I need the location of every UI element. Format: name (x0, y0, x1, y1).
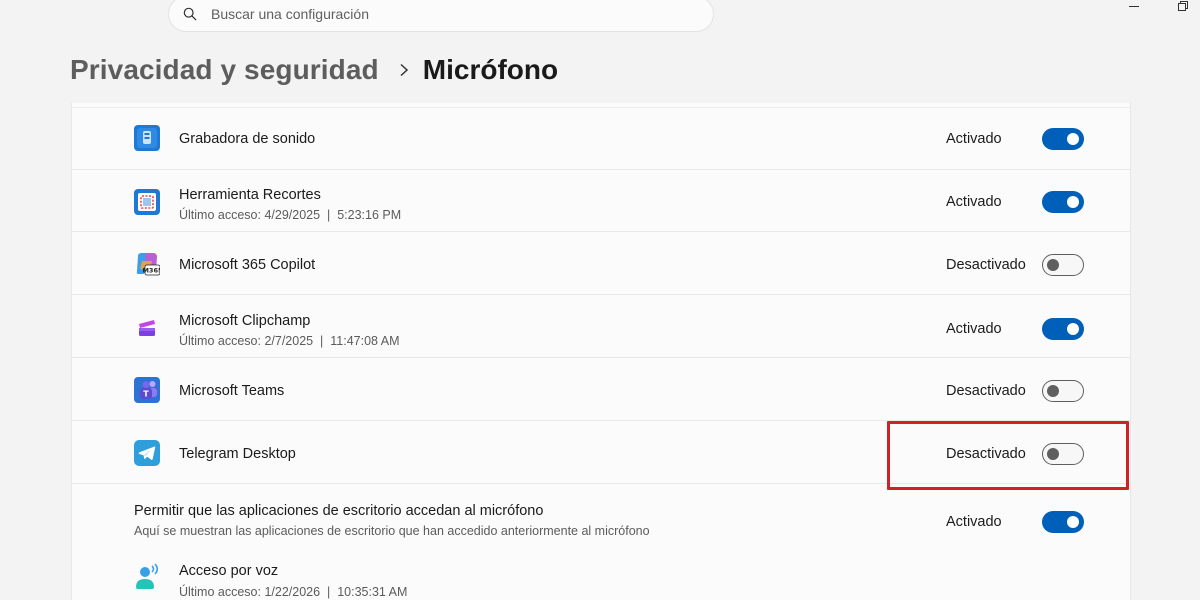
desktop-apps-toggle[interactable] (1042, 511, 1084, 533)
app-name: Microsoft Clipchamp (179, 313, 311, 329)
toggle-state-label: Desactivado (946, 257, 1026, 273)
m365-copilot-icon: M365 (136, 253, 160, 276)
svg-text:T: T (143, 390, 149, 399)
app-permissions-list: Grabadora de sonido Activado Herramienta… (71, 103, 1131, 600)
app-row-telegram: Telegram Desktop Desactivado (72, 422, 1130, 484)
app-row-copilot: M365 Microsoft 365 Copilot Desactivado (72, 233, 1130, 295)
app-toggle[interactable] (1042, 254, 1084, 276)
app-row-clipchamp: Microsoft Clipchamp Último acceso: 2/7/2… (72, 296, 1130, 358)
app-name: Grabadora de sonido (179, 131, 316, 147)
search-box[interactable]: Buscar una configuración (168, 0, 714, 32)
app-toggle[interactable] (1042, 380, 1084, 402)
breadcrumb: Privacidad y seguridad Micrófono (70, 50, 558, 90)
desktop-apps-title: Permitir que las aplicaciones de escrito… (134, 503, 544, 519)
voice-access-icon (136, 563, 159, 589)
restore-button[interactable] (1176, 0, 1190, 12)
teams-icon: T (134, 377, 160, 403)
search-icon (183, 7, 197, 21)
desktop-apps-subtitle: Aquí se muestran las aplicaciones de esc… (134, 524, 650, 538)
desktop-apps-section: Permitir que las aplicaciones de escrito… (72, 485, 1130, 600)
breadcrumb-parent-link[interactable]: Privacidad y seguridad (70, 54, 379, 86)
toggle-state-label: Activado (946, 321, 1002, 337)
snipping-tool-icon (134, 189, 160, 215)
app-name: Telegram Desktop (179, 446, 296, 462)
chevron-right-icon (400, 63, 408, 77)
last-access-text: Último acceso: 1/22/2026 | 10:35:31 AM (179, 585, 408, 599)
toggle-state-label: Activado (946, 194, 1002, 210)
voice-recorder-icon (134, 125, 160, 151)
search-input[interactable]: Buscar una configuración (211, 6, 369, 22)
toggle-state-label: Activado (946, 131, 1002, 147)
app-name: Acceso por voz (179, 563, 279, 579)
settings-window: Buscar una configuración Privacidad y se… (0, 0, 1200, 600)
toggle-state-label: Desactivado (946, 383, 1026, 399)
page-title: Micrófono (422, 54, 559, 85)
toggle-state-label: Activado (946, 514, 1002, 530)
app-toggle[interactable] (1042, 191, 1084, 213)
app-row-grabadora: Grabadora de sonido Activado (72, 108, 1130, 170)
last-access-text: Último acceso: 4/29/2025 | 5:23:16 PM (179, 208, 402, 222)
restore-icon (1178, 1, 1188, 11)
app-row-teams: T Microsoft Teams Desactivado (72, 359, 1130, 421)
minimize-button[interactable] (1126, 0, 1142, 12)
telegram-icon (134, 440, 160, 466)
clipchamp-icon (139, 320, 155, 336)
app-name: Herramienta Recortes (179, 187, 321, 203)
app-name: Microsoft Teams (179, 383, 285, 399)
app-toggle[interactable] (1042, 443, 1084, 465)
app-row-recortes: Herramienta Recortes Último acceso: 4/29… (72, 170, 1130, 232)
app-name: Microsoft 365 Copilot (179, 257, 316, 273)
last-access-text: Último acceso: 2/7/2025 | 11:47:08 AM (179, 334, 400, 348)
toggle-state-label: Desactivado (946, 446, 1026, 462)
svg-text:M365: M365 (142, 267, 160, 275)
app-toggle[interactable] (1042, 128, 1084, 150)
app-toggle[interactable] (1042, 318, 1084, 340)
desktop-app-row-acceso-por-voz: Acceso por voz Último acceso: 1/22/2026 … (72, 555, 1130, 600)
